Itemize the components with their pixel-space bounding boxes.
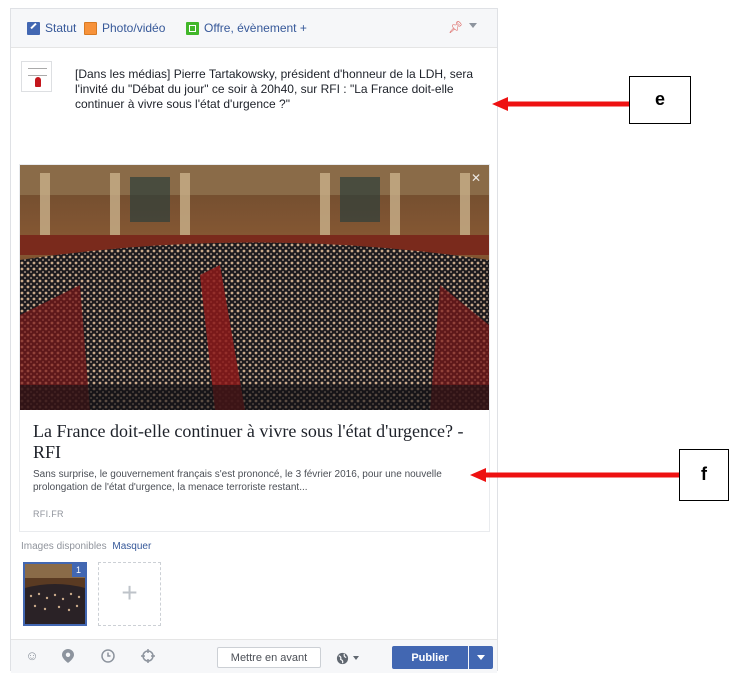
tab-photo-video[interactable]: Photo/vidéo — [84, 20, 165, 36]
tab-photo-video-label: Photo/vidéo — [102, 21, 166, 35]
preview-title[interactable]: La France doit-elle continuer à vivre so… — [33, 421, 473, 463]
post-composer: Statut Photo/vidéo Offre, évènement + 📌︎… — [10, 8, 498, 673]
ldh-logo-mark-icon — [35, 77, 41, 87]
hide-images-link[interactable]: Masquer — [112, 541, 151, 552]
composer-tab-bar: Statut Photo/vidéo Offre, évènement + 📌︎ — [11, 9, 497, 48]
tab-status-label: Statut — [45, 21, 77, 35]
audience-selector[interactable] — [336, 649, 359, 667]
emoji-icon[interactable]: ☺ — [25, 649, 39, 663]
preview-description[interactable]: Sans surprise, le gouvernement français … — [33, 468, 481, 494]
link-preview[interactable]: ✕ La France doit-elle continuer à vivre … — [19, 164, 490, 532]
targeting-crosshair-icon[interactable] — [141, 649, 155, 663]
available-images-label: Images disponibles — [21, 541, 107, 552]
available-images-row: Images disponibles Masquer — [21, 541, 151, 552]
ldh-logo-icon — [28, 68, 47, 76]
globe-icon — [336, 652, 349, 664]
add-image-button[interactable]: + — [98, 562, 161, 626]
post-text-input[interactable]: [Dans les médias] Pierre Tartakowsky, pr… — [75, 67, 491, 112]
selected-count-badge: 1 — [72, 564, 85, 577]
close-icon[interactable]: ✕ — [471, 171, 481, 185]
publish-options-button[interactable] — [469, 646, 493, 669]
clock-icon[interactable] — [101, 649, 115, 663]
annotation-arrow-f — [470, 468, 679, 482]
offer-icon — [186, 21, 199, 35]
location-pin-icon[interactable] — [61, 649, 75, 663]
publish-button[interactable]: Publier — [392, 646, 468, 669]
annotation-arrow-e — [492, 97, 629, 111]
pin-icon[interactable]: 📌︎ — [448, 20, 463, 34]
tab-offer-event-label: Offre, évènement + — [204, 21, 307, 35]
page-avatar — [21, 61, 52, 92]
annotation-label-e: e — [629, 76, 691, 124]
chevron-down-icon — [477, 655, 485, 660]
tab-status[interactable]: Statut — [27, 20, 76, 36]
feature-post-button[interactable]: Mettre en avant — [217, 647, 321, 668]
status-pencil-icon — [27, 21, 40, 35]
parliament-photo — [20, 165, 489, 410]
composer-toolbar: ☺ Mettre en avant Publier — [11, 639, 497, 673]
annotation-label-f: f — [679, 449, 729, 501]
chevron-down-icon[interactable] — [469, 23, 477, 28]
chevron-down-icon — [353, 656, 359, 660]
tab-offer-event[interactable]: Offre, évènement + — [186, 20, 307, 36]
image-thumbnail[interactable]: 1 — [23, 562, 87, 626]
photo-icon — [84, 21, 97, 35]
preview-domain: RFI.FR — [33, 509, 64, 519]
preview-image[interactable]: ✕ — [20, 165, 489, 410]
